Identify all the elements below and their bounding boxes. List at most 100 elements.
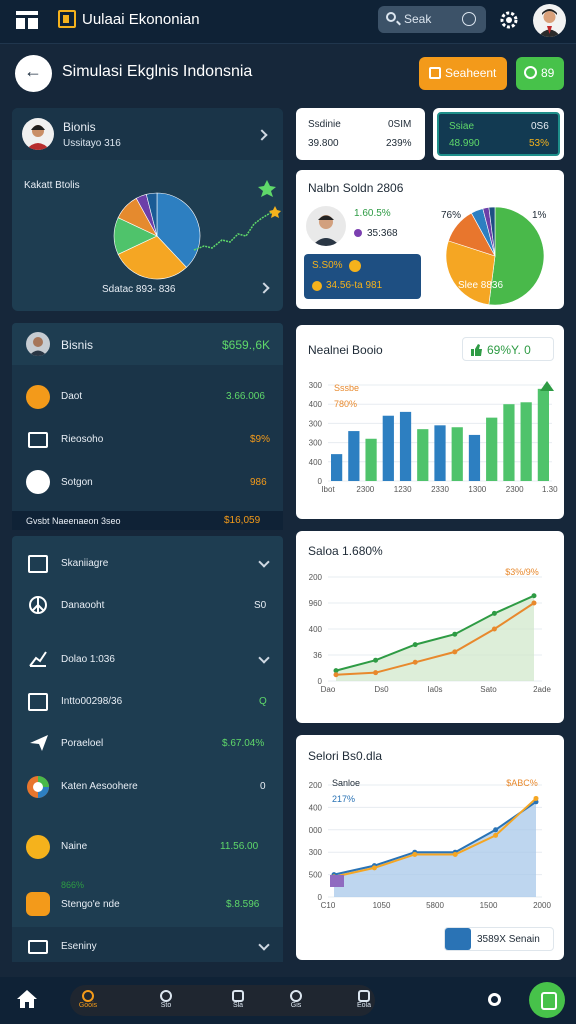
profile-subtitle: Ussitayo 316 (63, 138, 121, 149)
menu-item-label[interactable]: Katen Aesoohere (61, 781, 138, 792)
bar-card-badge[interactable]: 69%Y. 0 (462, 337, 554, 361)
chevron-down-icon[interactable] (258, 556, 270, 568)
bar (468, 434, 481, 481)
growth-icon (29, 651, 47, 667)
user-avatar[interactable] (533, 4, 566, 37)
area-end-label: $ABC% (506, 778, 538, 788)
line-card-title: Saloa 1.680% (308, 544, 383, 558)
menu-item-label[interactable]: Naine (61, 841, 87, 852)
menu-item-label[interactable]: Poraeloel (61, 738, 103, 749)
grid-icon (28, 555, 48, 573)
shield-icon (358, 990, 370, 1002)
bar (520, 402, 532, 481)
series-point (452, 649, 458, 655)
x-tick-label: 1300 (468, 485, 486, 494)
bar (434, 425, 446, 481)
menu-item-label[interactable]: Skaniiagre (61, 558, 108, 569)
series-point (412, 659, 418, 665)
primary-action-label: Seaheent (445, 66, 497, 80)
nalbn-box[interactable]: S.S0% 34.56-ta 981 (304, 254, 421, 299)
back-button[interactable] (15, 55, 52, 92)
nalbn-pie-chart (445, 206, 545, 306)
gear-icon[interactable] (498, 9, 520, 31)
x-tick-label: C10 (321, 901, 336, 910)
thumbs-up-icon (471, 344, 482, 356)
legend-chip[interactable]: 3589X Senain (444, 927, 554, 951)
list-item-value: 3.66.006 (226, 391, 265, 402)
nalbn-pct-2: 35:368 (367, 228, 398, 239)
y-tick-label: 960 (309, 599, 323, 608)
coin-icon (26, 835, 50, 859)
nalbn-box-bottom: 34.56-ta 981 (326, 280, 383, 291)
series-point (452, 851, 458, 857)
x-tick-label: Ia0s (427, 685, 442, 694)
record-icon[interactable] (488, 993, 501, 1006)
series-point (493, 827, 499, 833)
line-chart-card: Saloa 1.680% 200 960 400 36 0 Dao Ds0 Ia0s Sato 2… (296, 531, 564, 723)
stat-card-teal[interactable]: Ssiae 0S6 48.990 53% (433, 108, 564, 160)
menu-grid-icon[interactable] (16, 11, 38, 29)
area-card-title: Selori Bs0.dla (308, 749, 383, 763)
primary-action-button[interactable]: Seaheent (419, 57, 507, 90)
stat-card-small[interactable]: Ssdinie 0SIM 39.800 239% (296, 108, 425, 160)
clear-icon[interactable] (462, 12, 476, 26)
marker-block (330, 875, 344, 887)
y-tick-label: 300 (309, 848, 323, 857)
app-logo-icon (58, 10, 76, 28)
home-icon[interactable] (16, 989, 38, 1009)
business-avatar (26, 332, 50, 356)
bottom-nav: Goois Sto Sla Gis Eola (0, 977, 576, 1024)
person-avatar (306, 206, 346, 246)
business-footer-label: Gvsbt Naeenaeon 3seo (26, 516, 121, 526)
palette-icon (27, 776, 49, 798)
y-tick-label: 400 (309, 458, 323, 467)
box-icon (26, 385, 50, 409)
pin-icon (160, 990, 172, 1002)
recycle-icon (232, 990, 244, 1002)
bar-card-badge-label: 69%Y. 0 (487, 343, 531, 357)
nav-item[interactable]: Sla (228, 990, 248, 1014)
menu-item-label[interactable]: Stengo'e nde (61, 899, 120, 910)
x-tick-label: 1230 (394, 485, 412, 494)
refresh-icon (290, 990, 302, 1002)
teal-stat-value: 0S6 (531, 121, 549, 132)
business-footer-value: $16,059 (224, 515, 261, 526)
bar-chart-card: Nealnei Booio 69%Y. 0 300 400 300 300 400 0 Ib… (296, 325, 564, 519)
x-tick-label: 2ade (533, 685, 551, 694)
y-tick-label: 200 (309, 781, 323, 790)
x-tick-label: Ibot (321, 485, 335, 494)
search-placeholder: Seak (404, 12, 432, 26)
x-tick-label: 1500 (480, 901, 498, 910)
menu-item-label[interactable]: Danaooht (61, 600, 104, 611)
secondary-action-button[interactable]: 89 (516, 57, 564, 90)
series-point (531, 600, 537, 606)
stat-sub-pct: 239% (386, 138, 412, 149)
menu-item-label[interactable]: Dolao 1:036 (61, 654, 115, 665)
nav-item[interactable]: Goois (78, 990, 98, 1014)
line-chart: 200960400360Dao Ds0 Ia0s Sato 2ade$3%/9% (309, 567, 552, 694)
menu-item-label[interactable]: Eseniny (61, 941, 97, 952)
nav-item[interactable]: Sto (156, 990, 176, 1014)
menu-item-value: 11.56.00 (220, 841, 259, 852)
bar (486, 417, 498, 481)
search-input[interactable]: Seak (378, 6, 486, 33)
nav-item[interactable]: Eola (354, 990, 374, 1014)
menu-item-value: S0 (254, 600, 267, 611)
chevron-down-icon[interactable] (258, 652, 270, 664)
bar (365, 438, 377, 481)
menu-item-label[interactable]: Intto00298/36 (61, 696, 122, 707)
add-fab-button[interactable] (529, 982, 565, 1018)
list-item-value: 986 (250, 477, 267, 488)
series-point (533, 795, 539, 801)
profile-avatar (22, 118, 54, 150)
chart-icon (26, 470, 50, 494)
y-tick-label: 400 (309, 803, 323, 812)
nalbn-card: Nalbn Soldn 2806 1.60.5% 35:368 S.S0% 34… (296, 170, 564, 309)
list-item-label: Daot (61, 391, 83, 402)
nav-item[interactable]: Gis (286, 990, 306, 1014)
x-tick-label: 1.303 (542, 485, 558, 494)
teal-stat-sub-pct: 53% (529, 138, 550, 149)
y-tick-label: 000 (309, 826, 323, 835)
expand-icon[interactable] (258, 282, 270, 294)
plane-icon (30, 735, 48, 751)
